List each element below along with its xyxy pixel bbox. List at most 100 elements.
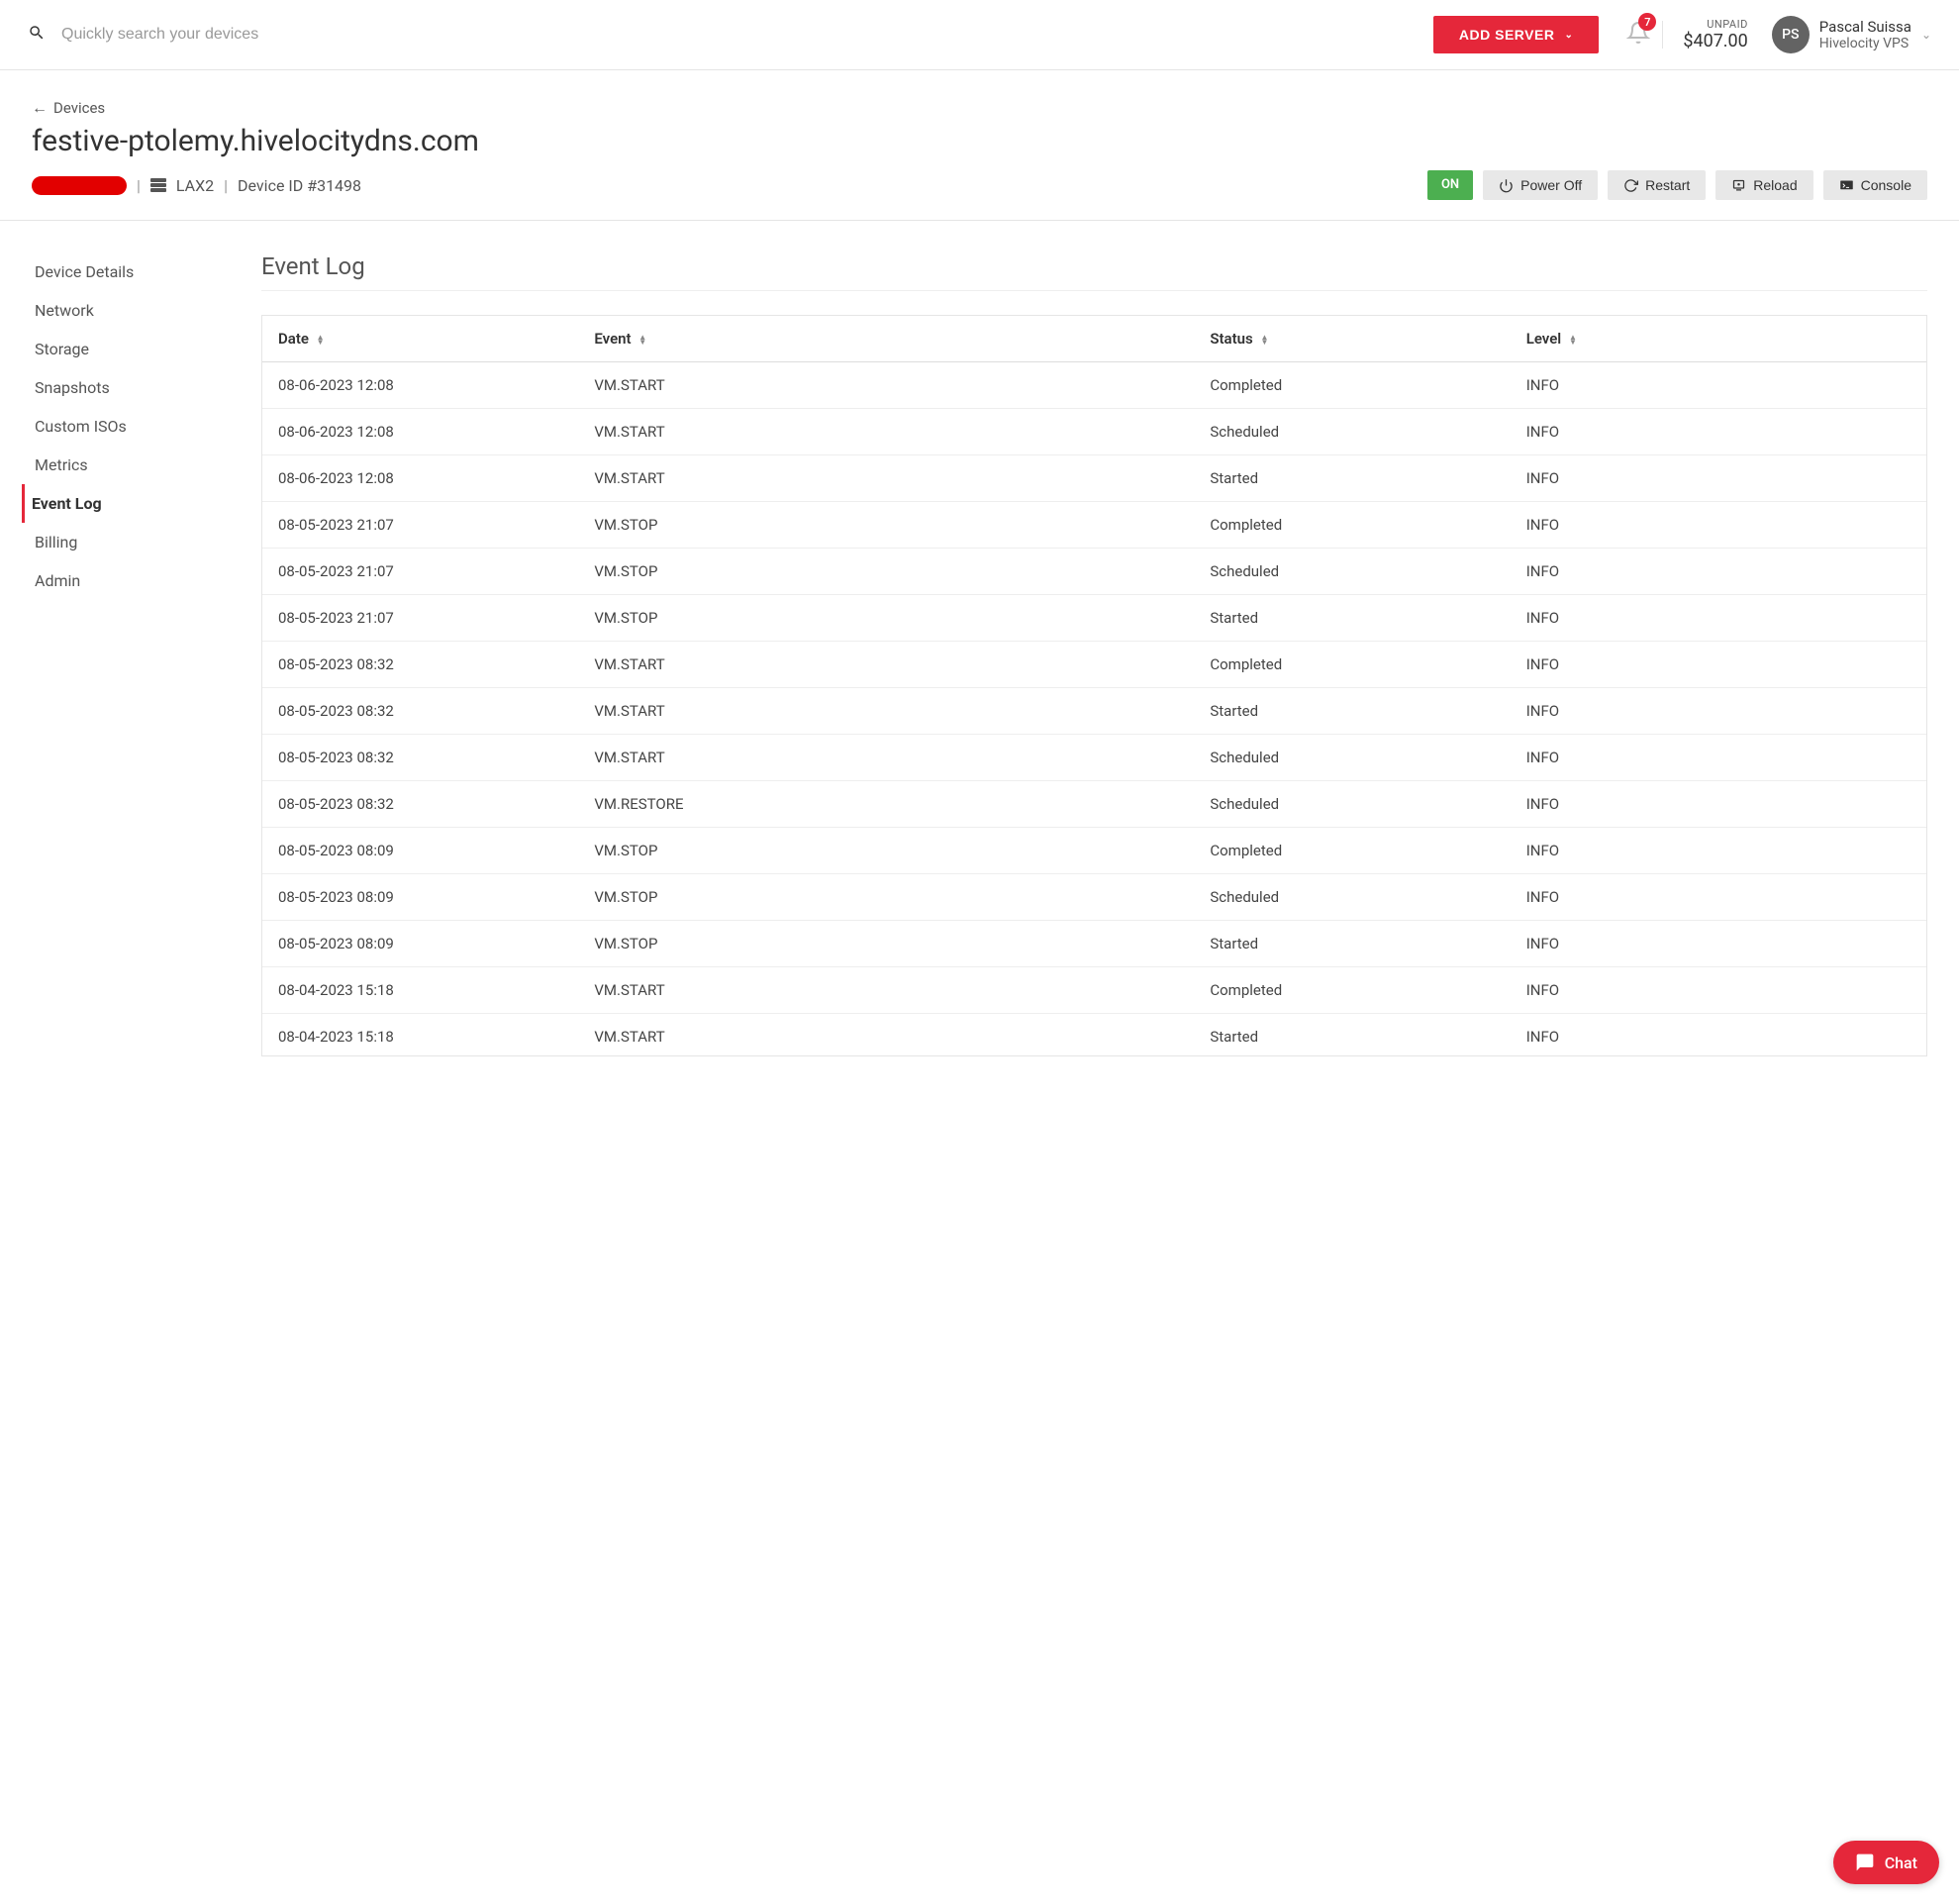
sidebar-item-device-details[interactable]: Device Details [32,252,230,291]
cell-event: VM.START [578,455,1194,502]
sidebar: Device DetailsNetworkStorageSnapshotsCus… [32,252,230,1056]
table-row: 08-05-2023 08:32VM.RESTOREScheduledINFO [262,781,1926,828]
datacenter-label: LAX2 [176,176,214,195]
sidebar-item-metrics[interactable]: Metrics [32,446,230,484]
column-header-date[interactable]: Date ▲▼ [262,316,578,362]
breadcrumb[interactable]: ← Devices [32,98,1927,118]
column-header-event[interactable]: Event ▲▼ [578,316,1194,362]
cell-event: VM.START [578,409,1194,455]
cell-level: INFO [1511,455,1926,502]
chat-widget[interactable]: Chat [1833,1841,1939,1884]
column-header-status[interactable]: Status ▲▼ [1194,316,1510,362]
bell-icon [1626,30,1650,49]
table-row: 08-05-2023 21:07VM.STOPStartedINFO [262,595,1926,642]
user-info: Pascal Suissa Hivelocity VPS [1819,18,1911,51]
sort-icon: ▲▼ [317,335,325,345]
cell-date: 08-05-2023 21:07 [262,595,578,642]
sidebar-item-network[interactable]: Network [32,291,230,330]
table-row: 08-05-2023 08:09VM.STOPCompletedINFO [262,828,1926,874]
device-actions: ON Power Off Restart Reload Console [1427,170,1927,200]
cell-status: Scheduled [1194,781,1510,828]
cell-level: INFO [1511,688,1926,735]
sidebar-item-custom-isos[interactable]: Custom ISOs [32,407,230,446]
cell-status: Scheduled [1194,549,1510,595]
event-table: Date ▲▼ Event ▲▼ Status ▲▼ Level [262,316,1926,1055]
table-row: 08-05-2023 08:32VM.STARTScheduledINFO [262,735,1926,781]
cell-event: VM.STOP [578,502,1194,549]
cell-level: INFO [1511,1014,1926,1055]
sidebar-item-storage[interactable]: Storage [32,330,230,368]
device-id-label: Device ID #31498 [238,176,361,195]
cell-date: 08-05-2023 08:09 [262,874,578,921]
column-header-level[interactable]: Level ▲▼ [1511,316,1926,362]
table-row: 08-04-2023 15:18VM.STARTStartedINFO [262,1014,1926,1055]
cell-status: Completed [1194,828,1510,874]
chevron-down-icon: ⌄ [1921,28,1931,42]
sort-icon: ▲▼ [1260,335,1268,345]
cell-status: Completed [1194,502,1510,549]
user-menu[interactable]: PS Pascal Suissa Hivelocity VPS ⌄ [1772,16,1931,53]
cell-level: INFO [1511,362,1926,409]
cell-date: 08-05-2023 08:32 [262,781,578,828]
table-row: 08-05-2023 08:09VM.STOPStartedINFO [262,921,1926,967]
sidebar-item-billing[interactable]: Billing [32,523,230,561]
cell-event: VM.START [578,967,1194,1014]
cell-level: INFO [1511,781,1926,828]
event-table-container: Date ▲▼ Event ▲▼ Status ▲▼ Level [261,315,1927,1056]
user-name: Pascal Suissa [1819,18,1911,36]
user-org: Hivelocity VPS [1819,36,1911,51]
sidebar-item-event-log[interactable]: Event Log [22,484,230,523]
cell-level: INFO [1511,549,1926,595]
cell-status: Started [1194,455,1510,502]
table-row: 08-05-2023 08:32VM.STARTCompletedINFO [262,642,1926,688]
notification-button[interactable]: 7 [1615,21,1663,49]
avatar: PS [1772,16,1810,53]
cell-level: INFO [1511,828,1926,874]
content-title: Event Log [261,252,1927,291]
sidebar-item-admin[interactable]: Admin [32,561,230,600]
cell-date: 08-05-2023 21:07 [262,502,578,549]
restart-label: Restart [1645,177,1690,193]
cell-event: VM.STOP [578,874,1194,921]
cell-level: INFO [1511,595,1926,642]
balance-label: UNPAID [1683,18,1747,31]
table-row: 08-05-2023 08:32VM.STARTStartedINFO [262,688,1926,735]
cell-event: VM.START [578,1014,1194,1055]
sort-icon: ▲▼ [638,335,646,345]
device-title: festive-ptolemy.hivelocitydns.com [32,124,1927,158]
cell-status: Scheduled [1194,874,1510,921]
cell-date: 08-06-2023 12:08 [262,409,578,455]
redacted-ip [32,176,127,195]
balance-display[interactable]: UNPAID $407.00 [1683,18,1755,51]
table-row: 08-06-2023 12:08VM.STARTCompletedINFO [262,362,1926,409]
cell-event: VM.STOP [578,828,1194,874]
search-input[interactable] [61,26,1418,44]
restart-button[interactable]: Restart [1608,170,1706,200]
cell-date: 08-06-2023 12:08 [262,455,578,502]
console-button[interactable]: Console [1823,170,1927,200]
cell-status: Started [1194,1014,1510,1055]
table-row: 08-05-2023 08:09VM.STOPScheduledINFO [262,874,1926,921]
chat-label: Chat [1885,1854,1917,1872]
cell-level: INFO [1511,642,1926,688]
sidebar-item-snapshots[interactable]: Snapshots [32,368,230,407]
poweroff-button[interactable]: Power Off [1483,170,1598,200]
meta-separator: | [137,176,141,195]
cell-event: VM.START [578,362,1194,409]
content-area: Event Log Date ▲▼ Event ▲▼ S [261,252,1927,1056]
cell-status: Started [1194,688,1510,735]
status-badge: ON [1427,170,1473,200]
search-icon[interactable] [28,24,46,46]
table-row: 08-05-2023 21:07VM.STOPScheduledINFO [262,549,1926,595]
cell-level: INFO [1511,502,1926,549]
device-meta-row: | LAX2 | Device ID #31498 ON Power Off R… [32,170,1927,200]
add-server-button[interactable]: ADD SERVER ⌄ [1433,16,1599,53]
cell-event: VM.START [578,735,1194,781]
add-server-label: ADD SERVER [1459,27,1555,43]
cell-level: INFO [1511,967,1926,1014]
table-row: 08-04-2023 15:18VM.STARTCompletedINFO [262,967,1926,1014]
cell-status: Started [1194,921,1510,967]
cell-status: Started [1194,595,1510,642]
reload-button[interactable]: Reload [1715,170,1812,200]
cell-level: INFO [1511,921,1926,967]
